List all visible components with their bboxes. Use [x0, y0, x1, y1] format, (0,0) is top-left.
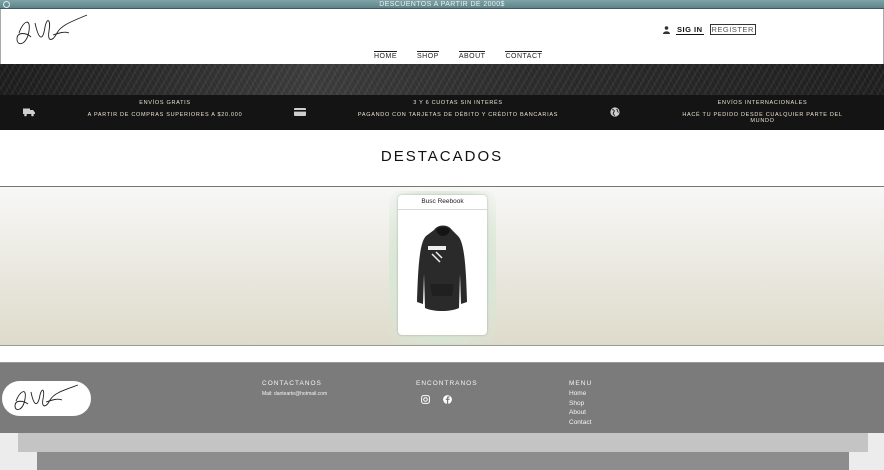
footer-menu: MENU Home Shop About Contact: [569, 380, 592, 427]
signature-logo[interactable]: [13, 11, 93, 51]
nav-shop[interactable]: SHOP: [417, 51, 439, 60]
background-window-layer: [18, 433, 868, 452]
promo-text: DESCUENTOS A PARTIR DE 2000$: [379, 1, 505, 8]
divider: [398, 209, 487, 210]
main-nav: HOME SHOP ABOUT CONTACT: [374, 51, 543, 60]
nav-home[interactable]: HOME: [374, 51, 397, 60]
contact-mail[interactable]: Mail: dantearte@hotmail.com: [262, 391, 327, 397]
facebook-icon[interactable]: [443, 391, 452, 404]
footer-heading: CONTACTANOS: [262, 380, 322, 387]
instagram-icon[interactable]: [421, 391, 430, 404]
feature-title: 3 Y 6 CUOTAS SIN INTERÉS: [413, 100, 503, 106]
footer-link-about[interactable]: About: [569, 408, 592, 418]
feature-installments: 3 Y 6 CUOTAS SIN INTERÉS PAGANDO CON TAR…: [350, 95, 566, 130]
nav-contact[interactable]: CONTACT: [505, 51, 543, 60]
footer-link-contact[interactable]: Contact: [569, 418, 592, 428]
truck-icon: [23, 108, 35, 117]
nav-about[interactable]: ABOUT: [458, 51, 486, 60]
product-name: Busc Reebook: [421, 198, 464, 205]
product-card[interactable]: Busc Reebook: [398, 195, 487, 335]
footer-heading: ENCONTRANOS: [416, 380, 478, 387]
footer-logo[interactable]: [2, 381, 91, 416]
site-footer: CONTACTANOS Mail: dantearte@hotmail.com …: [0, 363, 884, 433]
feature-subtitle: PAGANDO CON TARJETAS DE DÉBITO Y CRÉDITO…: [357, 112, 559, 118]
signature-logo: [14, 384, 79, 411]
feature-international: ENVÍOS INTERNACIONALES HACÉ TU PEDIDO DE…: [670, 95, 855, 130]
spacer: [0, 347, 884, 363]
background-window-layer-dark: [37, 452, 849, 470]
footer-link-shop[interactable]: Shop: [569, 399, 592, 409]
footer-social: ENCONTRANOS: [416, 380, 478, 404]
globe-icon: [610, 107, 620, 117]
features-bar: ENVÍOS GRATIS A PARTIR DE COMPRAS SUPERI…: [0, 95, 884, 130]
featured-title: DESTACADOS: [380, 148, 504, 165]
footer-heading: MENU: [569, 380, 593, 387]
feature-title: ENVÍOS GRATIS: [139, 100, 191, 106]
feature-title: ENVÍOS INTERNACIONALES: [717, 100, 808, 106]
user-icon: [663, 25, 670, 34]
signin-link[interactable]: SIG IN: [676, 25, 704, 35]
feature-subtitle: HACÉ TU PEDIDO DESDE CUALQUIER PARTE DEL…: [682, 112, 843, 124]
featured-products: Busc Reebook: [0, 186, 884, 346]
hero-banner: [0, 64, 884, 95]
promo-bar: DESCUENTOS A PARTIR DE 2000$: [0, 0, 884, 9]
footer-contact: CONTACTANOS Mail: dantearte@hotmail.com: [262, 380, 327, 397]
auth-links: SIG IN REGISTER: [663, 24, 756, 35]
credit-card-icon: [294, 108, 306, 116]
feature-subtitle: A PARTIR DE COMPRAS SUPERIORES A $20.000: [87, 112, 243, 118]
feature-free-shipping: ENVÍOS GRATIS A PARTIR DE COMPRAS SUPERI…: [80, 95, 250, 130]
hoodie-image[interactable]: [412, 224, 472, 319]
register-link[interactable]: REGISTER: [709, 24, 756, 35]
footer-link-home[interactable]: Home: [569, 389, 592, 399]
site-header: SIG IN REGISTER HOME SHOP ABOUT CONTACT: [0, 9, 884, 64]
window-menu-icon[interactable]: [3, 1, 10, 8]
